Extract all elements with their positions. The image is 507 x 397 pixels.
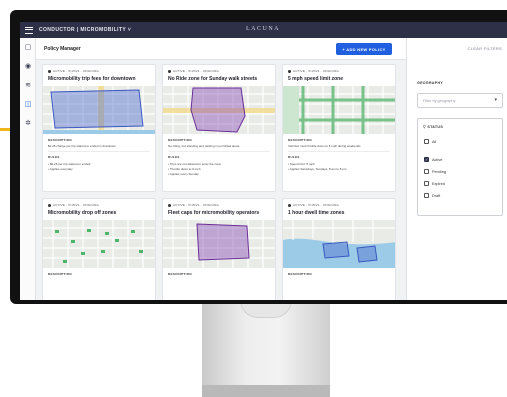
checkbox[interactable] [424,139,429,144]
toolbar: Policy Manager + ADD NEW POLICY ⊞ ⋮ [36,38,424,60]
description-label: DESCRIPTION [168,138,192,142]
policy-map [43,86,155,134]
description-text: No riding, but standing and parking in p… [168,144,240,148]
rule-item: • Speed limit: 5 mph [288,162,315,166]
rule-item: • Trips are not allowed to enter the zon… [168,162,221,166]
description-text: Vehicles must throttle down to 5 mph dur… [288,144,361,148]
monitor: CONDUCTOR | MICROMOBILITY ˅ LACUNA ▢ ◉ ≋… [10,10,507,304]
policy-map [163,86,275,134]
policy-title: Micromobility drop off zones [48,210,117,216]
description-label: DESCRIPTION [288,138,312,142]
policy-map [283,220,395,268]
policy-status: ACTIVE · 5/15/21 - ONGOING [288,203,339,207]
rules-label: RULES [48,155,60,159]
rule-item: • Applies Saturdays, Sundays, 8 am to 8 … [288,167,347,171]
status-checkbox-expired[interactable]: Expired [424,181,445,186]
policy-title: Micromobility trip fees for downtown [48,76,136,82]
checkbox-label: Active [432,157,443,162]
settings-icon[interactable]: ✲ [24,120,32,128]
top-bar: CONDUCTOR | MICROMOBILITY ˅ LACUNA [20,22,507,38]
policy-card[interactable]: ACTIVE · 5/15/21 - ONGOING No Ride zone … [162,64,276,192]
checkbox[interactable] [424,193,429,198]
policy-card[interactable]: ACTIVE · 5/15/21 - ONGOING Micromobility… [42,198,156,300]
policy-status: ACTIVE · 5/15/21 - ONGOING [168,69,219,73]
checkbox[interactable] [424,169,429,174]
rules-label: RULES [288,155,300,159]
caret-down-icon: ▾ [494,97,497,103]
monitor-stand-foot [202,385,330,397]
policy-title: Fleet caps for micromobility operators [168,210,260,216]
policy-card[interactable]: ACTIVE · 5/15/21 - ONGOING 1 hour dwell … [282,198,396,300]
status-label: ▽ STATUS [423,125,444,129]
policy-status: ACTIVE · 5/15/21 - ONGOING [168,203,219,207]
checkbox-label: Pending [432,169,446,174]
policy-card-grid: ACTIVE · 5/15/21 - ONGOING Micromobility… [36,60,406,300]
chart-icon[interactable]: ≋ [24,82,32,90]
status-checkbox-draft[interactable]: Draft [424,193,440,198]
status-filter: ▽ STATUS All ✓ Active Pending Expired Dr… [417,118,503,216]
geography-select[interactable]: Filter by geography ▾ [417,93,503,108]
description-text: $0.25 charge per trip started or ended i… [48,144,116,148]
geography-label: GEOGRAPHY [417,81,444,85]
policy-status: ACTIVE · 5/15/21 - ONGOING [288,69,339,73]
policy-status: ACTIVE · 5/15/21 - ONGOING [48,69,99,73]
rule-item: • Throttle down to 0 mph [168,167,201,171]
status-checkbox-all[interactable]: All [424,139,436,144]
divider [168,151,270,152]
checkbox[interactable]: ✓ [424,157,429,162]
left-nav-rail: ▢ ◉ ≋ ◫ ✲ [20,38,36,300]
filter-panel: CLEAR FILTERS GEOGRAPHY Filter by geogra… [406,38,507,300]
policy-map [283,86,395,134]
policy-title: No Ride zone for Sunday walk streets [168,76,258,82]
policy-icon[interactable]: ◫ [24,101,32,109]
geography-placeholder: Filter by geography [423,98,456,103]
rule-item: • Applies every Sunday [168,172,199,176]
checkbox-label: All [432,139,437,144]
hamburger-menu-icon[interactable] [25,26,33,34]
description-label: DESCRIPTION [48,272,72,276]
rule-item: • Applies everyday [48,167,73,171]
policy-card[interactable]: ACTIVE · 5/15/21 - ONGOING 5 mph speed l… [282,64,396,192]
checkbox-label: Expired [432,181,445,186]
add-new-policy-button[interactable]: + ADD NEW POLICY [336,43,392,55]
map-icon[interactable]: ▢ [24,44,32,52]
policy-card[interactable]: ACTIVE · 5/15/21 - ONGOING Micromobility… [42,64,156,192]
policy-map [43,220,155,268]
policy-card[interactable]: ACTIVE · 5/15/21 - ONGOING Fleet caps fo… [162,198,276,300]
rules-label: RULES [168,155,180,159]
clear-filters-link[interactable]: CLEAR FILTERS [468,46,503,51]
status-checkbox-active[interactable]: ✓ Active [424,157,442,162]
status-checkbox-pending[interactable]: Pending [424,169,446,174]
description-label: DESCRIPTION [168,272,192,276]
description-label: DESCRIPTION [288,272,312,276]
rule-item: • $0.25 per trip started or ended [48,162,91,166]
divider [288,151,390,152]
app-window: CONDUCTOR | MICROMOBILITY ˅ LACUNA ▢ ◉ ≋… [20,22,507,300]
app-switcher[interactable]: CONDUCTOR | MICROMOBILITY ˅ [39,27,131,33]
checkbox[interactable] [424,181,429,186]
description-label: DESCRIPTION [48,138,72,142]
pin-icon[interactable]: ◉ [24,63,32,71]
divider [48,151,150,152]
policy-status: ACTIVE · 5/15/21 - ONGOING [48,203,99,207]
page-title: Policy Manager [44,45,81,52]
logo: LACUNA [246,26,280,32]
policy-title: 1 hour dwell time zones [288,210,345,216]
checkbox-label: Draft [432,193,441,198]
policy-title: 5 mph speed limit zone [288,76,344,82]
policy-map [163,220,275,268]
